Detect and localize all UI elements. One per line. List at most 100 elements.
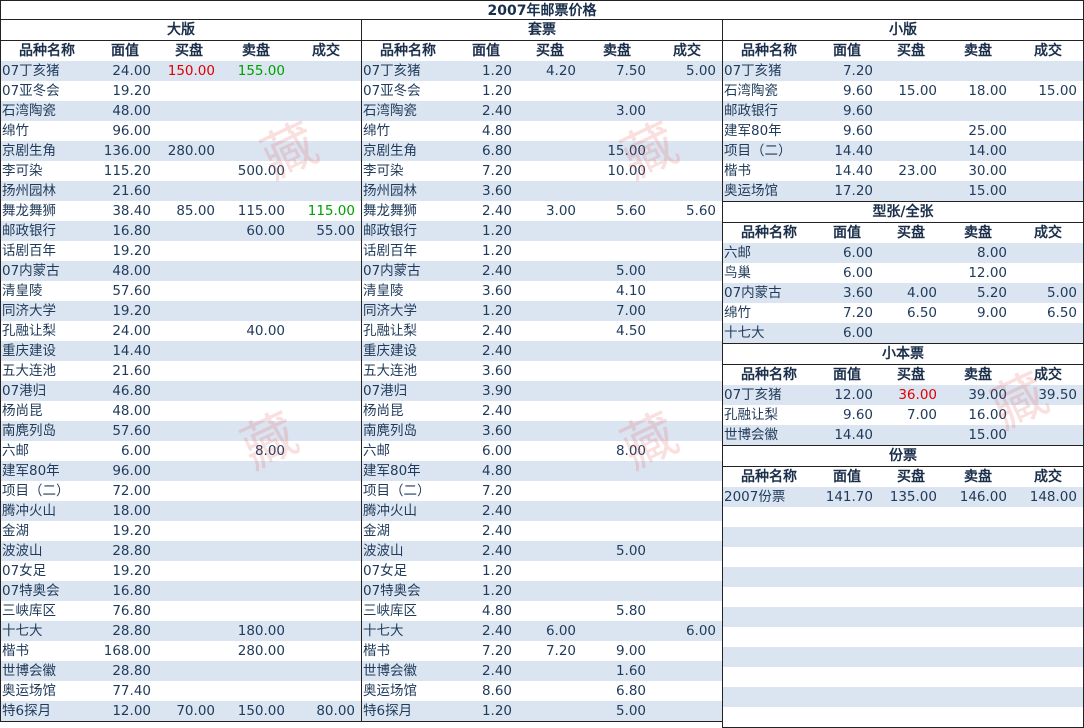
price-cell: 15.00: [943, 181, 1013, 201]
price-cell: 12.00: [93, 701, 157, 721]
price-cell: 17.20: [815, 181, 879, 201]
price-cell: 21.60: [93, 181, 157, 201]
price-cell: 9.00: [976, 305, 1007, 321]
table-row: 杨尚昆 2.40: [362, 401, 722, 421]
stamp-name-cell: 孔融让梨: [363, 323, 417, 339]
table-row: 南麂列岛 57.60: [1, 421, 361, 441]
price-cell: 180.00: [221, 621, 291, 641]
price-cell: [582, 121, 652, 141]
stamp-name-cell: 邮政银行: [1, 221, 93, 241]
section-title: 套票: [362, 20, 722, 41]
price-cell: [157, 381, 221, 401]
header-row: 品种名称 面值 买盘 卖盘 成交: [723, 467, 1083, 487]
column-header: 成交: [673, 43, 701, 59]
price-cell: 40.00: [246, 323, 285, 339]
price-cell: [157, 341, 221, 361]
stamp-name-cell: 杨尚昆: [2, 403, 43, 419]
table-row: 07港归 3.90: [362, 381, 722, 401]
table-row: 07丁亥猪 24.00 150.00 155.00: [1, 61, 361, 81]
price-cell: 8.60: [481, 683, 512, 699]
stamp-name-cell: 杨尚昆: [363, 403, 404, 419]
price-cell: 25.00: [968, 123, 1007, 139]
price-cell: 19.20: [112, 83, 151, 99]
price-cell: 7.20: [545, 643, 576, 659]
price-cell: 80.00: [291, 701, 361, 721]
price-cell: [291, 421, 361, 441]
price-cell: [157, 281, 221, 301]
price-cell: [1013, 61, 1083, 81]
stamp-name-cell: 同济大学: [1, 301, 93, 321]
price-cell: [582, 561, 652, 581]
price-cell: 115.00: [307, 203, 355, 219]
price-cell: [518, 561, 582, 581]
price-cell: 57.60: [112, 283, 151, 299]
price-cell: [157, 561, 221, 581]
price-cell: 3.60: [815, 283, 879, 303]
price-cell: 1.60: [582, 661, 652, 681]
price-cell: 6.00: [815, 323, 879, 343]
price-cell: [157, 81, 221, 101]
price-cell: 7.00: [582, 301, 652, 321]
header-row: 品种名称 面值 买盘 卖盘 成交: [362, 41, 722, 61]
stamp-name-cell: 波波山: [362, 541, 454, 561]
price-cell: [157, 521, 221, 541]
price-cell: 30.00: [968, 163, 1007, 179]
price-cell: [652, 681, 722, 701]
price-cell: 168.00: [103, 643, 151, 659]
stamp-name-cell: 十七大: [1, 621, 93, 641]
price-cell: 15.00: [582, 141, 652, 161]
stamp-name-cell: 波波山: [1, 541, 93, 561]
price-cell: 2.40: [454, 101, 518, 121]
price-cell: [518, 401, 582, 421]
price-cell: [582, 581, 652, 601]
column-header: 成交: [1034, 469, 1062, 485]
header-row: 品种名称 面值 买盘 卖盘 成交: [723, 365, 1083, 385]
price-cell: [582, 421, 652, 441]
price-cell: [652, 461, 722, 481]
price-cell: [221, 661, 291, 681]
price-cell: [157, 221, 221, 241]
price-cell: 135.00: [879, 487, 943, 507]
price-cell: [652, 701, 722, 721]
column-header: 面值: [111, 43, 139, 59]
stamp-name-cell: 清皇陵: [2, 283, 43, 299]
section-daban: 大版 品种名称 面值 买盘 卖盘 成交 07丁亥猪 24.00 150.00 155.00 07…: [0, 20, 362, 722]
price-cell: [221, 421, 291, 441]
table-row: 楷书 168.00 280.00: [1, 641, 361, 661]
table-row: 南麂列岛 3.60: [362, 421, 722, 441]
table-row: 楷书 14.40 23.00 30.00: [723, 161, 1083, 181]
stamp-name-cell: 六邮: [363, 443, 390, 459]
stamp-name-cell: 三峡库区: [363, 603, 417, 619]
table-row: 十七大 2.40 6.00 6.00: [362, 621, 722, 641]
table-row: 07丁亥猪 7.20: [723, 61, 1083, 81]
table-row: 07特奥会 1.20: [362, 581, 722, 601]
price-cell: 5.00: [1013, 283, 1083, 303]
price-cell: 1.20: [454, 701, 518, 721]
price-cell: 141.70: [815, 487, 879, 507]
price-cell: [157, 601, 221, 621]
price-cell: [291, 541, 361, 561]
stamp-name-cell: 京剧生角: [362, 141, 454, 161]
column-header: 品种名称: [741, 367, 797, 383]
price-cell: [582, 461, 652, 481]
stamp-name-cell: 腾冲火山: [362, 501, 454, 521]
stamp-name-cell: 舞龙舞狮: [363, 203, 417, 219]
price-cell: [518, 521, 582, 541]
table-row: 鸟巢 6.00 12.00: [723, 263, 1083, 283]
table-row: 同济大学 19.20: [1, 301, 361, 321]
empty-row: [723, 567, 1083, 587]
table-row: 同济大学 1.20 7.00: [362, 301, 722, 321]
sheet-title: 2007年邮票价格: [0, 0, 1084, 20]
stamp-name-cell: 腾冲火山: [1, 501, 93, 521]
price-cell: 15.00: [1038, 83, 1077, 99]
price-cell: 5.60: [685, 203, 716, 219]
stamp-name-cell: 绵竹: [724, 305, 751, 321]
table-row: 重庆建设 2.40: [362, 341, 722, 361]
table-row: 三峡库区 4.80 5.80: [362, 601, 722, 621]
table-row: 绵竹 96.00: [1, 121, 361, 141]
price-cell: [652, 541, 722, 561]
price-cell: 3.60: [454, 421, 518, 441]
price-cell: 2.40: [454, 541, 518, 561]
price-cell: 15.00: [943, 425, 1013, 445]
price-cell: 3.60: [481, 283, 512, 299]
